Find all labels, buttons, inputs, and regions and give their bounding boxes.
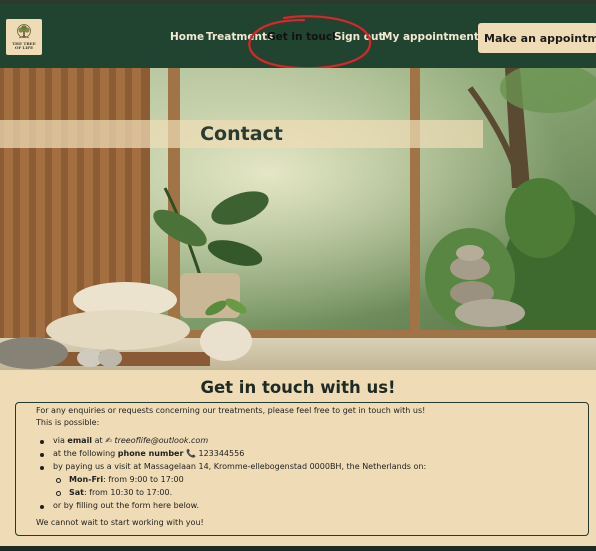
intro-text: For any enquiries or requests concerning… <box>36 406 426 415</box>
list-item-visit: by paying us a visit at Massagelaan 14, … <box>40 461 426 474</box>
section-heading: Get in touch with us! <box>200 378 396 397</box>
page-title: Contact <box>200 123 283 145</box>
hero-image: Contact <box>0 68 596 370</box>
pen-icon: ✍ <box>105 436 112 445</box>
nav-home[interactable]: Home <box>170 31 204 43</box>
spa-scene-illustration <box>0 68 596 370</box>
email-link[interactable]: treeoflife@outlook.com <box>114 436 208 445</box>
hours-item-weekdays: Mon-Fri: from 9:00 to 17:00 <box>56 474 184 487</box>
nav-treatments[interactable]: Treatments <box>206 31 273 43</box>
phone-number: 123344556 <box>198 449 245 458</box>
logo[interactable]: THE TREE OF LIFE <box>6 19 42 55</box>
nav-my-appointments[interactable]: My appointments <box>382 31 485 43</box>
bottom-edge <box>0 546 596 551</box>
list-item-phone: at the following phone number 📞 12334455… <box>40 448 244 461</box>
red-circle-annotation <box>248 15 372 70</box>
hours-item-saturday: Sat: from 10:30 to 17:00. <box>56 487 172 500</box>
phone-icon: 📞 <box>185 449 196 458</box>
tree-icon <box>17 23 31 38</box>
list-item-form: or by filling out the form here below. <box>40 500 199 513</box>
contact-info-box: For any enquiries or requests concerning… <box>15 402 589 536</box>
closing-text: We cannot wait to start working with you… <box>36 518 204 527</box>
nav-get-in-touch[interactable]: Get in touch <box>267 31 340 43</box>
logo-text-2: OF LIFE <box>14 45 34 50</box>
navbar: THE TREE OF LIFE Home Treatments Get in … <box>0 4 596 70</box>
list-item-email: via email at ✍ treeoflife@outlook.com <box>40 435 208 448</box>
make-appointment-button[interactable]: Make an appointment <box>478 23 596 53</box>
nav-sign-out[interactable]: Sign out <box>334 31 384 43</box>
possible-text: This is possible: <box>36 418 100 427</box>
